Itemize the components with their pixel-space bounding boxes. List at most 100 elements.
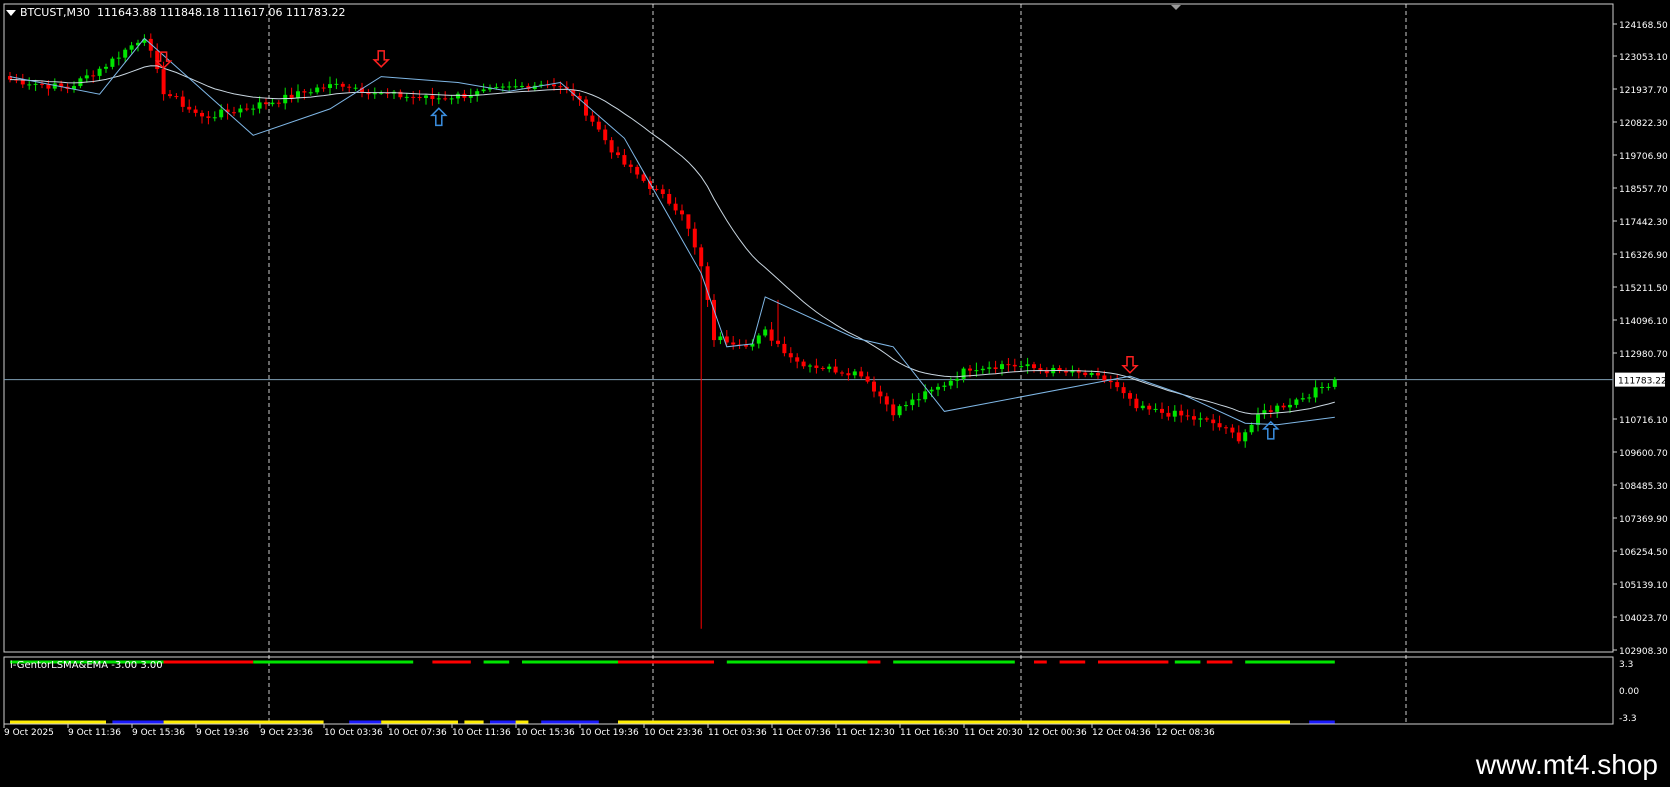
candle-body [840, 372, 844, 374]
candle-body [974, 370, 979, 372]
candle [1224, 425, 1228, 434]
candle-body [667, 193, 672, 204]
candle-body [846, 373, 851, 376]
indicator-tick-label: -3.3 [1619, 714, 1637, 724]
candle-body [372, 93, 377, 95]
candle-body [782, 343, 787, 354]
candle [833, 358, 838, 375]
candle-body [161, 69, 166, 95]
candle-body [744, 345, 748, 347]
x-tick-label: 10 Oct 07:36 [388, 728, 447, 738]
candle-body [1192, 416, 1196, 420]
candle-body [1332, 379, 1337, 387]
candle [155, 43, 160, 74]
candle-body [404, 96, 409, 98]
candle [980, 365, 985, 374]
candle-body [776, 340, 780, 344]
candle-body [1307, 397, 1312, 399]
candle-body [961, 368, 966, 379]
y-tick-label: 108485.30 [1619, 482, 1668, 492]
candle-body [1294, 399, 1299, 405]
candle-body [884, 396, 889, 405]
candle [353, 84, 358, 91]
candle [366, 89, 371, 100]
candle-body [1326, 386, 1331, 388]
candle [1192, 409, 1196, 426]
candle [1211, 414, 1216, 431]
candle-body [283, 94, 288, 104]
candle [1288, 398, 1292, 414]
y-tick-label: 116326.90 [1619, 251, 1668, 261]
candle-body [436, 98, 441, 100]
candle-body [321, 87, 326, 89]
candle-body [206, 116, 211, 118]
candle-body [27, 84, 32, 86]
candle-body [1038, 368, 1043, 370]
candle [1064, 367, 1068, 376]
current-price-label: 111783.22 [1618, 377, 1667, 387]
candle-body [558, 86, 563, 88]
candle-body [500, 86, 505, 88]
candle [897, 404, 902, 418]
candle-body [923, 391, 928, 400]
indicator-label: i-GentorLSMA&EMA -3.00 3.00 [10, 660, 163, 671]
y-tick-label: 117442.30 [1619, 218, 1668, 228]
candle [424, 93, 428, 105]
candle [276, 100, 281, 108]
candle [660, 184, 665, 199]
candle-body [795, 357, 800, 362]
candle [1121, 382, 1126, 399]
candle [718, 332, 723, 345]
candle-body [1012, 364, 1017, 367]
candle [910, 393, 915, 411]
indicator-tick-label: 3.3 [1619, 660, 1633, 670]
candle [1134, 393, 1139, 412]
candle-body [334, 83, 339, 85]
candle [232, 106, 236, 117]
candle-body [808, 365, 812, 367]
candle [622, 149, 627, 167]
candle-body [257, 102, 262, 109]
candle [1332, 377, 1337, 390]
y-tick-label: 119706.90 [1619, 152, 1668, 162]
candle-body [1281, 405, 1286, 408]
candle-body [1096, 372, 1100, 376]
candle-body [1230, 427, 1235, 433]
candle [417, 90, 422, 101]
candle-body [104, 66, 108, 69]
candle-body [1006, 364, 1011, 366]
candle-body [1108, 380, 1113, 383]
candle [443, 91, 448, 101]
candle [1140, 401, 1145, 411]
candle [756, 333, 761, 349]
candle [436, 92, 441, 105]
candle [955, 371, 960, 389]
candle-body [955, 378, 960, 381]
candle [136, 39, 140, 52]
candle-body [929, 389, 934, 392]
candle [507, 81, 512, 92]
candle-body [1102, 375, 1107, 381]
candle [1038, 363, 1043, 374]
candle [846, 368, 851, 381]
candle [238, 104, 243, 118]
candle-body [187, 106, 192, 110]
candle-body [468, 95, 473, 98]
candle [1300, 392, 1305, 402]
candle [552, 78, 556, 91]
candle [865, 371, 870, 384]
candle-body [33, 83, 38, 85]
candle [884, 392, 889, 412]
candle-body [264, 102, 268, 105]
candle-body [168, 94, 172, 97]
candle-body [833, 366, 838, 373]
candle-body [1268, 410, 1273, 412]
candle-body [1224, 427, 1228, 429]
x-tick-label: 12 Oct 00:36 [1028, 728, 1087, 738]
y-tick-label: 110716.10 [1619, 416, 1668, 426]
candle-body [1128, 393, 1132, 399]
candle-body [315, 87, 320, 93]
candle [1160, 402, 1164, 419]
candle [654, 185, 659, 192]
chart-menu-icon[interactable] [6, 10, 16, 16]
